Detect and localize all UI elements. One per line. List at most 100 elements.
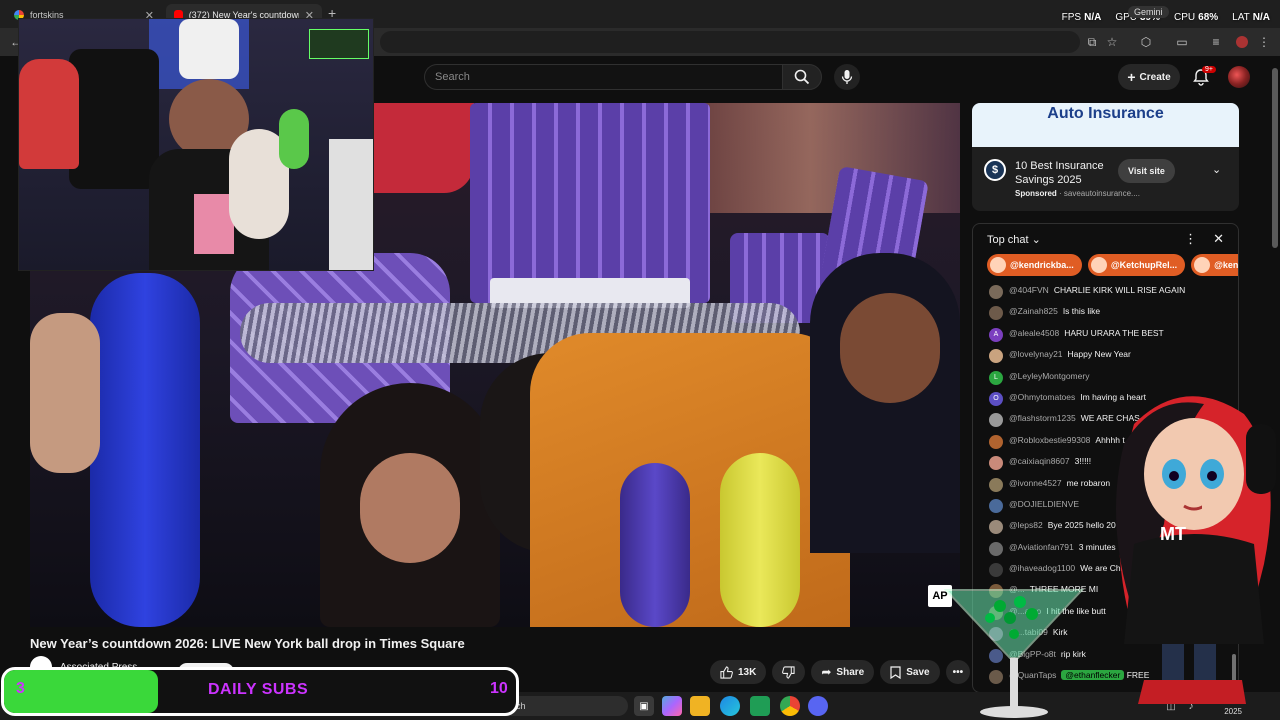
plus-icon: + — [1127, 69, 1136, 85]
chat-author-avatar[interactable] — [989, 306, 1003, 321]
chat-author-name[interactable]: @Ohmytomatoes — [1009, 392, 1075, 402]
chat-author-avatar[interactable] — [989, 563, 1003, 578]
chat-message-body: @LeyleyMontgomery — [1009, 371, 1094, 382]
page-scroll-thumb[interactable] — [1272, 68, 1278, 248]
chat-author-name[interactable]: @Aviationfan791 — [1009, 542, 1074, 552]
ad-banner[interactable]: Auto Insurance — [972, 103, 1239, 147]
bookmark-icon — [890, 665, 901, 679]
chat-author-name[interactable]: @Robloxbestie99308 — [1009, 435, 1090, 445]
share-icon: ➦ — [821, 665, 832, 679]
chat-author-name[interactable]: @flashstorm1235 — [1009, 413, 1076, 423]
chat-message-text: 3!!!!! — [1074, 456, 1092, 467]
copilot-icon[interactable] — [662, 696, 682, 716]
chip-label: @kendr — [1214, 260, 1238, 270]
edge-icon[interactable] — [720, 696, 740, 716]
voice-search-button[interactable] — [834, 64, 860, 90]
chat-author-avatar[interactable]: L — [989, 370, 1003, 385]
chat-author-avatar[interactable] — [989, 541, 1003, 556]
ad-title[interactable]: 10 Best Insurance Savings 2025 — [1015, 159, 1125, 187]
chat-author-name[interactable]: @aleale4508 — [1009, 328, 1059, 338]
daily-subs-goal-bar: 3 DAILY SUBS 10 — [1, 667, 519, 716]
task-view-icon[interactable]: ▣ — [634, 696, 654, 716]
subgoal-current-count: 3 — [16, 680, 25, 697]
chat-author-name[interactable]: @DOJIELDIENVE — [1009, 499, 1079, 509]
chip-avatar — [1090, 257, 1107, 273]
pink-top — [194, 194, 234, 254]
file-explorer-icon[interactable] — [690, 696, 710, 716]
profile-icon[interactable] — [1234, 34, 1250, 50]
chat-more-icon[interactable]: ⋮ — [1184, 231, 1197, 247]
search-input[interactable]: Search — [424, 64, 782, 90]
chat-author-avatar[interactable] — [989, 456, 1003, 471]
pinned-chips: @kendrickba... @KetchupRel... @kendr — [973, 254, 1238, 282]
face-left — [360, 453, 460, 563]
save-button[interactable]: Save — [880, 660, 940, 684]
cpu-value: 68% — [1198, 12, 1219, 23]
share-button[interactable]: ➦ Share — [811, 660, 875, 684]
chat-author-name[interactable]: @Zainah825 — [1009, 306, 1058, 316]
chat-author-name[interactable]: @lovelynay21 — [1009, 349, 1063, 359]
discord-icon[interactable] — [808, 696, 828, 716]
pinned-chip[interactable]: @kendrickba... — [987, 254, 1082, 276]
gemini-button[interactable]: Gemini — [1128, 6, 1169, 18]
visit-site-button[interactable]: Visit site — [1118, 159, 1175, 183]
search-button[interactable] — [782, 64, 822, 90]
chat-author-name[interactable]: @caixiaqin8607 — [1009, 456, 1070, 466]
chat-message-body: @DOJIELDIENVE — [1009, 499, 1084, 510]
chat-message-body: @Zainah825 Is this like — [1009, 306, 1100, 317]
chat-author-name[interactable]: @ivonne4527 — [1009, 478, 1062, 488]
side-panel-icon[interactable]: ▭ — [1174, 34, 1190, 50]
elf-plush — [19, 59, 79, 169]
chat-mode-dropdown[interactable]: Top chat ⌄ — [987, 233, 1041, 246]
chat-message[interactable]: @Zainah825 Is this like — [989, 303, 1238, 324]
chat-message[interactable]: @404FVN CHARLIE KIRK WILL RISE AGAIN — [989, 282, 1238, 303]
party-hat-main — [470, 103, 710, 303]
pinned-chip[interactable]: @kendr — [1191, 254, 1238, 276]
like-button[interactable]: 13K — [710, 660, 767, 684]
svg-text:MT: MT — [1160, 524, 1186, 544]
reading-list-icon[interactable]: ≡ — [1208, 34, 1224, 50]
browser-menu-icon[interactable]: ⋮ — [1256, 34, 1272, 50]
address-bar[interactable] — [380, 31, 1080, 53]
chat-author-name[interactable]: @leps82 — [1009, 520, 1043, 530]
chat-author-avatar[interactable]: O — [989, 391, 1003, 406]
chat-author-name[interactable]: @404FVN — [1009, 285, 1049, 295]
extensions-icon[interactable]: ⬡ — [1138, 34, 1154, 50]
bookmark-star-icon[interactable]: ☆ — [1104, 34, 1120, 50]
streamer-webcam — [18, 18, 374, 271]
share-label: Share — [836, 666, 865, 678]
cpu-label: CPU — [1174, 12, 1196, 23]
chip-label: @KetchupRel... — [1110, 260, 1178, 270]
chat-message-body: @aleale4508 HARU URARA THE BEST — [1009, 328, 1164, 339]
dislike-button[interactable] — [772, 660, 806, 684]
chevron-down-icon[interactable]: ⌄ — [1212, 163, 1221, 176]
chat-author-avatar[interactable] — [989, 498, 1003, 513]
chat-message-text: Is this like — [1062, 306, 1101, 317]
chat-mode-label: Top chat — [987, 233, 1029, 246]
chat-message[interactable]: A @aleale4508 HARU URARA THE BEST — [989, 325, 1238, 346]
xbox-icon[interactable] — [750, 696, 770, 716]
pinned-chip[interactable]: @KetchupRel... — [1087, 254, 1186, 276]
chat-author-avatar[interactable] — [989, 434, 1003, 449]
chat-message[interactable]: @lovelynay21 Happy New Year — [989, 346, 1238, 367]
account-avatar[interactable] — [1228, 66, 1250, 88]
cast-icon[interactable]: ⧉ — [1084, 34, 1100, 50]
chat-author-avatar[interactable] — [989, 349, 1003, 364]
chrome-icon[interactable] — [780, 696, 800, 716]
chat-author-name[interactable]: @ihaveadog1100 — [1009, 563, 1075, 573]
chat-author-avatar[interactable] — [989, 477, 1003, 492]
video-actions: 13K ➦ Share Save ••• — [710, 660, 971, 684]
chat-author-name[interactable]: @LeyleyMontgomery — [1009, 371, 1089, 381]
chat-message-body: @lovelynay21 Happy New Year — [1009, 349, 1131, 360]
thumbs-down-icon — [782, 665, 795, 679]
close-chat-icon[interactable]: ✕ — [1213, 231, 1224, 247]
chat-author-avatar[interactable] — [989, 520, 1003, 535]
chat-author-avatar[interactable] — [989, 285, 1003, 299]
chat-author-avatar[interactable] — [989, 413, 1003, 428]
search-icon — [794, 69, 810, 85]
chip-label: @kendrickba... — [1010, 260, 1074, 270]
chat-author-avatar[interactable]: A — [989, 327, 1003, 342]
red-sign — [374, 103, 474, 193]
create-button[interactable]: + Create — [1118, 64, 1180, 90]
person-background — [179, 19, 239, 79]
